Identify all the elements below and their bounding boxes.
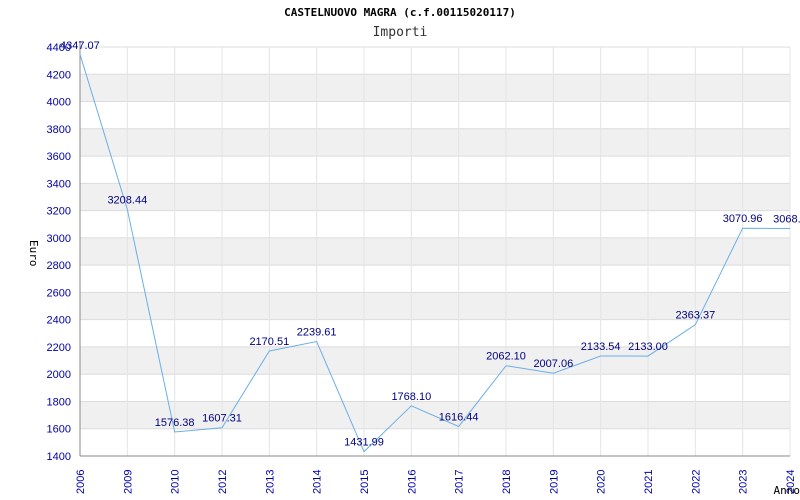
x-tick-label: 2014: [312, 470, 324, 494]
line-chart: 1400 1600 1800 2000 2200 2400 2600 2800 3000 3200…: [47, 40, 800, 494]
data-label: 2363.37: [675, 310, 715, 322]
y-tick-label: 1400: [47, 451, 71, 463]
x-tick-label: 2019: [548, 470, 560, 494]
grid-band: [80, 346, 790, 375]
grid-band: [80, 183, 790, 211]
data-label: 2007.06: [533, 358, 573, 370]
x-tick-label: 2018: [501, 470, 513, 494]
x-tick-label: 2009: [122, 470, 134, 494]
y-tick-label: 2800: [47, 260, 71, 272]
y-tick-label: 2000: [47, 369, 71, 381]
data-label: 2239.61: [297, 327, 337, 339]
data-label: 1576.38: [155, 417, 195, 429]
data-label: 4347.07: [60, 40, 100, 52]
x-tick-label: 2022: [690, 470, 702, 494]
data-label: 3208.44: [107, 194, 147, 206]
data-label: 2133.54: [581, 341, 621, 353]
x-tick-label: 2017: [454, 470, 466, 494]
y-tick-label: 3000: [47, 233, 71, 245]
x-tick-label: 2016: [406, 470, 418, 494]
y-tick-label: 4000: [47, 97, 71, 109]
y-tick-label: 1600: [47, 424, 71, 436]
data-label: 2133.00: [628, 341, 668, 353]
x-tick-label: 2006: [75, 470, 87, 494]
data-label: 3070.96: [723, 213, 763, 225]
y-tick-label: 2200: [47, 342, 71, 354]
data-label: 2170.51: [249, 336, 289, 348]
x-tick-label: 2015: [359, 470, 371, 494]
grid-band: [80, 128, 790, 157]
x-tick-label: 2020: [596, 470, 608, 494]
x-tick-label: 2013: [264, 470, 276, 494]
data-label: 1616.44: [439, 411, 479, 423]
y-tick-label: 2600: [47, 287, 71, 299]
x-tick-label: 2010: [170, 470, 182, 494]
data-label: 3068.8: [773, 213, 800, 225]
y-tick-label: 3200: [47, 206, 71, 218]
x-tick-label: 2012: [217, 470, 229, 494]
y-tick-label: 3600: [47, 151, 71, 163]
y-tick-label: 3400: [47, 178, 71, 190]
grid-band: [80, 74, 790, 102]
data-label: 2062.10: [486, 351, 526, 363]
x-tick-label: 2023: [738, 470, 750, 494]
x-tick-label: 2021: [643, 470, 655, 494]
data-label: 1607.31: [202, 413, 242, 425]
y-tick-label: 2400: [47, 315, 71, 327]
y-tick-label: 3800: [47, 124, 71, 136]
data-label: 1768.10: [391, 391, 431, 403]
grid-band: [80, 237, 790, 266]
data-label: 1431.99: [344, 437, 384, 449]
y-tick-label: 1800: [47, 396, 71, 408]
y-axis-label: Euro: [27, 240, 40, 267]
y-tick-label: 4200: [47, 69, 71, 81]
x-axis-label: Anno: [773, 484, 800, 497]
